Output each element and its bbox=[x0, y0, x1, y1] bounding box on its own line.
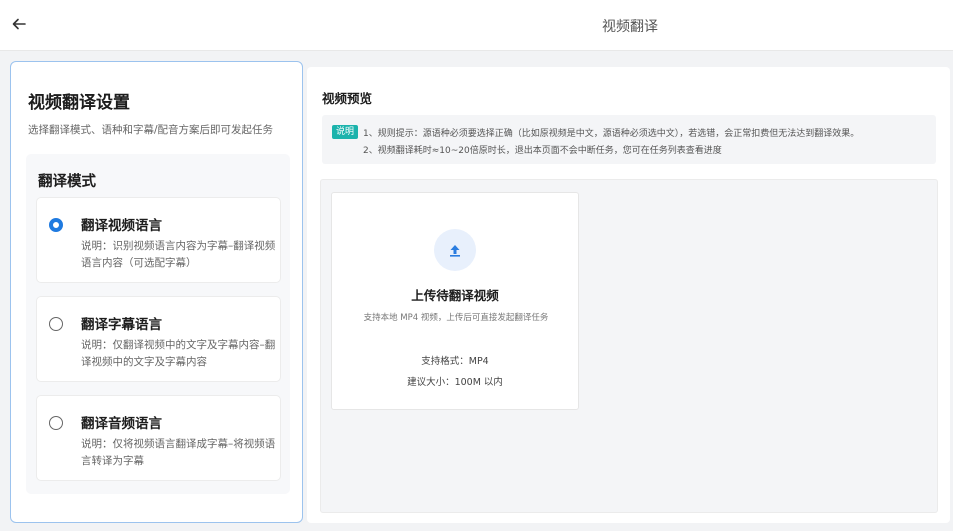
upload-title: 上传待翻译视频 bbox=[411, 288, 499, 303]
page-title: 视频翻译 bbox=[602, 19, 658, 35]
option-translate-video-language[interactable]: 翻译视频语言 说明：识别视频语言内容为字幕–翻译视频语言内容（可选配字幕） bbox=[36, 197, 281, 283]
back-button[interactable] bbox=[9, 14, 29, 34]
upload-arrow-icon bbox=[450, 245, 460, 257]
notice-line: 2、视频翻译耗时≈10~20倍原时长，退出本页面不会中断任务，您可在任务列表查看… bbox=[363, 146, 722, 156]
notice-line: 1、规则提示：源语种必须要选择正确（比如原视频是中文，源语种必须选中文），若选错… bbox=[363, 129, 860, 139]
option-description: 说明：仅将视频语言翻译成字幕–将视频语言转译为字幕 bbox=[81, 438, 276, 467]
option-title: 翻译视频语言 bbox=[81, 218, 162, 234]
option-translate-subtitle-language[interactable]: 翻译字幕语言 说明：仅翻译视频中的文字及字幕内容–翻译视频中的文字及字幕内容 bbox=[36, 296, 281, 382]
translation-mode-title: 翻译模式 bbox=[38, 174, 96, 190]
notice-box: 说明 1、规则提示：源语种必须要选择正确（比如原视频是中文，源语种必须选中文），… bbox=[322, 115, 936, 164]
option-description: 说明：识别视频语言内容为字幕–翻译视频语言内容（可选配字幕） bbox=[81, 240, 276, 269]
arrow-left-icon bbox=[12, 18, 26, 30]
preview-panel: 视频预览 说明 1、规则提示：源语种必须要选择正确（比如原视频是中文，源语种必须… bbox=[307, 67, 950, 523]
notice-badge: 说明 bbox=[332, 125, 359, 139]
radio-unselected-icon[interactable] bbox=[49, 317, 63, 331]
upload-video-card[interactable]: 上传待翻译视频 支持本地 MP4 视频，上传后可直接发起翻译任务 支持格式：MP… bbox=[331, 192, 579, 410]
upload-description: 支持本地 MP4 视频，上传后可直接发起翻译任务 bbox=[363, 313, 549, 323]
option-title: 翻译字幕语言 bbox=[81, 317, 162, 333]
option-title: 翻译音频语言 bbox=[81, 416, 162, 432]
upload-format: 支持格式：MP4 bbox=[421, 356, 489, 367]
top-bar: 视频翻译 bbox=[0, 0, 953, 51]
option-translate-audio-language[interactable]: 翻译音频语言 说明：仅将视频语言翻译成字幕–将视频语言转译为字幕 bbox=[36, 395, 281, 481]
radio-selected-icon[interactable] bbox=[49, 218, 63, 232]
video-preview-area: 上传待翻译视频 支持本地 MP4 视频，上传后可直接发起翻译任务 支持格式：MP… bbox=[320, 179, 938, 513]
radio-unselected-icon[interactable] bbox=[49, 416, 63, 430]
settings-title: 视频翻译设置 bbox=[28, 93, 130, 113]
settings-panel: 视频翻译设置 选择翻译模式、语种和字幕/配音方案后即可发起任务 翻译模式 翻译视… bbox=[10, 61, 303, 523]
option-description: 说明：仅翻译视频中的文字及字幕内容–翻译视频中的文字及字幕内容 bbox=[81, 339, 276, 368]
upload-size: 建议大小：100M 以内 bbox=[407, 377, 503, 388]
translation-mode-section: 翻译模式 翻译视频语言 说明：识别视频语言内容为字幕–翻译视频语言内容（可选配字… bbox=[26, 154, 290, 494]
upload-icon-circle bbox=[434, 229, 476, 271]
preview-title: 视频预览 bbox=[322, 91, 373, 106]
settings-description: 选择翻译模式、语种和字幕/配音方案后即可发起任务 bbox=[28, 124, 274, 136]
